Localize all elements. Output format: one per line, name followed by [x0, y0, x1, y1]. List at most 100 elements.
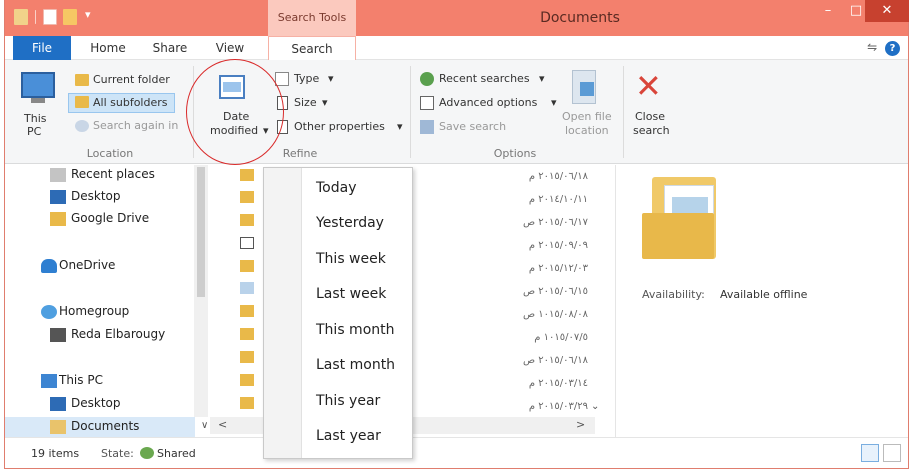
- menu-item-today[interactable]: Today: [316, 180, 357, 196]
- scroll-left-icon[interactable]: <: [218, 418, 227, 431]
- other-properties-button[interactable]: Other properties: [294, 120, 385, 133]
- tab-home[interactable]: Home: [83, 36, 133, 60]
- file-folder-icon[interactable]: [240, 260, 254, 272]
- file-folder-icon[interactable]: [240, 351, 254, 363]
- details-view-icon[interactable]: [861, 444, 879, 462]
- state-label: State:: [101, 447, 134, 460]
- qat-separator: [35, 10, 36, 24]
- ribbon-expand-icon[interactable]: ⇋: [867, 40, 877, 54]
- nav-scroll-down-icon[interactable]: ∨: [201, 420, 208, 431]
- search-again-button[interactable]: Search again in: [93, 119, 178, 132]
- file-folder-icon[interactable]: [240, 305, 254, 317]
- new-folder-icon[interactable]: [63, 9, 77, 25]
- refine-group-label: Refine: [282, 147, 318, 160]
- close-search-label-2[interactable]: search: [633, 124, 670, 137]
- computer-icon: [21, 72, 55, 98]
- tab-file[interactable]: File: [13, 36, 71, 60]
- file-folder-icon[interactable]: [240, 397, 254, 409]
- menu-item-last-week[interactable]: Last week: [316, 286, 386, 302]
- nav-item-onedrive[interactable]: OneDrive: [5, 256, 195, 276]
- nav-item-this-pc[interactable]: This PC: [5, 371, 195, 391]
- options-group-label: Options: [493, 147, 537, 160]
- file-date: ٢٠١٥/٠٩/٠٩ م: [528, 240, 588, 251]
- file-folder-icon[interactable]: [240, 191, 254, 203]
- google-drive-icon: [50, 212, 66, 226]
- file-date: ٢٠١٥/٠٦/١٧ ص: [523, 217, 588, 228]
- menu-item-last-year[interactable]: Last year: [316, 428, 381, 444]
- file-date: ٢٠١٥/٠٦/١٨ ص: [523, 355, 588, 366]
- nav-label: OneDrive: [59, 258, 116, 272]
- nav-label: Reda Elbarougy: [71, 327, 166, 341]
- save-search-button[interactable]: Save search: [439, 120, 506, 133]
- shared-icon: [140, 447, 154, 459]
- tab-search[interactable]: Search: [268, 36, 356, 61]
- subfolders-icon: [75, 96, 89, 108]
- file-date: ٢٠١٥/١٢/٠٣ م: [528, 263, 588, 274]
- file-folder-icon[interactable]: [240, 374, 254, 386]
- nav-item-homegroup[interactable]: Homegroup: [5, 302, 195, 322]
- nav-item-documents[interactable]: Documents ∨: [5, 417, 208, 437]
- all-subfolders-button[interactable]: All subfolders: [93, 96, 167, 109]
- nav-label: Homegroup: [59, 304, 130, 318]
- help-icon[interactable]: ?: [885, 41, 900, 56]
- nav-item-user[interactable]: Reda Elbarougy: [5, 325, 195, 345]
- state-value: Shared: [157, 447, 196, 460]
- menu-item-this-week[interactable]: This week: [316, 251, 386, 267]
- file-date: ١٠١٥/٠٧/٥ م: [534, 332, 588, 343]
- folder-front-icon: [642, 213, 714, 259]
- ribbon-tabs: File Home Share View Search ⇋ ?: [5, 36, 908, 61]
- date-modified-menu: Today Yesterday This week Last week This…: [263, 167, 413, 459]
- tab-view[interactable]: View: [205, 36, 255, 60]
- this-pc-label-2[interactable]: PC: [27, 125, 41, 138]
- close-search-label-1[interactable]: Close: [635, 110, 665, 123]
- nav-item-recent-places[interactable]: Recent places: [5, 165, 195, 185]
- availability-label: Availability:: [642, 288, 705, 301]
- file-folder-icon[interactable]: [240, 169, 254, 181]
- recent-searches-button[interactable]: Recent searches: [439, 72, 530, 85]
- open-file-location-label-2[interactable]: location: [565, 124, 609, 137]
- list-scroll-down-icon[interactable]: ⌄: [591, 401, 599, 412]
- menu-item-yesterday[interactable]: Yesterday: [316, 215, 384, 231]
- user-avatar-icon: [50, 328, 66, 342]
- this-pc-icon: [41, 374, 57, 388]
- scroll-right-icon[interactable]: >: [576, 418, 585, 431]
- file-image-icon[interactable]: [240, 282, 254, 294]
- menu-item-this-month[interactable]: This month: [316, 322, 395, 338]
- nav-label: Desktop: [71, 189, 121, 203]
- desktop-folder-icon: [50, 397, 66, 411]
- nav-scrollbar-thumb[interactable]: [197, 167, 205, 297]
- onedrive-icon: [41, 259, 57, 273]
- menu-gutter: [264, 168, 302, 458]
- open-file-location-label-1[interactable]: Open file: [562, 110, 612, 123]
- tab-share[interactable]: Share: [145, 36, 195, 60]
- menu-item-this-year[interactable]: This year: [316, 393, 380, 409]
- size-button[interactable]: Size: [294, 96, 317, 109]
- search-again-icon: [75, 120, 89, 132]
- current-folder-button[interactable]: Current folder: [93, 73, 170, 86]
- group-separator: [623, 66, 624, 158]
- menu-item-last-month[interactable]: Last month: [316, 357, 395, 373]
- nav-label: Documents: [71, 419, 140, 433]
- this-pc-label-1[interactable]: This: [24, 112, 46, 125]
- advanced-options-button[interactable]: Advanced options: [439, 96, 537, 109]
- file-folder-icon[interactable]: [240, 214, 254, 226]
- nav-item-desktop[interactable]: Desktop: [5, 187, 195, 207]
- close-button[interactable]: ✕: [865, 0, 909, 22]
- preview-image-icon: [672, 197, 708, 213]
- other-properties-dropdown-icon: ▾: [397, 120, 403, 133]
- minimize-button[interactable]: –: [813, 0, 843, 22]
- file-document-icon[interactable]: [240, 237, 254, 249]
- type-button[interactable]: Type: [294, 72, 319, 85]
- large-icons-view-icon[interactable]: [883, 444, 901, 462]
- window-title: Documents: [540, 10, 620, 26]
- nav-item-google-drive[interactable]: Google Drive: [5, 209, 195, 229]
- properties-icon[interactable]: [43, 9, 57, 25]
- close-search-icon: ✕: [635, 67, 662, 105]
- nav-item-pc-desktop[interactable]: Desktop: [5, 394, 195, 414]
- file-folder-icon[interactable]: [240, 328, 254, 340]
- title-bar: ▾ Search Tools Documents – □ ✕: [5, 0, 909, 36]
- nav-label: Google Drive: [71, 211, 150, 225]
- qat-dropdown-icon[interactable]: ▾: [85, 8, 91, 21]
- group-separator: [410, 66, 411, 158]
- details-pane: Availability: Available offline: [615, 165, 908, 437]
